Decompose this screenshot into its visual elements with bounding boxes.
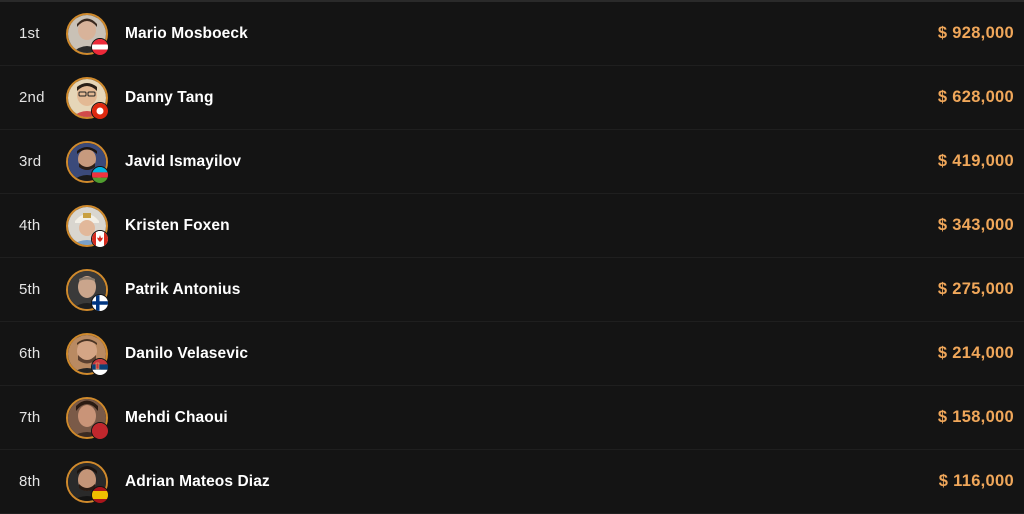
player-avatar[interactable]	[66, 332, 109, 376]
place-label: 3rd	[19, 153, 42, 170]
player-avatar[interactable]	[66, 12, 109, 56]
result-row[interactable]: 4th Kristen Foxen $ 343,000	[0, 194, 1024, 258]
player-avatar[interactable]	[66, 396, 109, 440]
azerbaijan-flag-icon	[91, 165, 109, 184]
finland-flag-icon	[91, 293, 109, 312]
austria-flag-icon	[91, 37, 109, 56]
result-row[interactable]: 8th Adrian Mateos Diaz $ 116,000	[0, 450, 1024, 514]
prize-amount: $ 158,000	[937, 408, 1014, 426]
result-row[interactable]: 3rd Javid Ismayilov $ 419,000	[0, 130, 1024, 194]
prize-amount: $ 343,000	[937, 216, 1014, 234]
player-name[interactable]: Mario Mosboeck	[125, 25, 248, 43]
result-row[interactable]: 7th Mehdi Chaoui $ 158,000	[0, 386, 1024, 450]
result-row[interactable]: 2nd Danny Tang $ 628,000	[0, 66, 1024, 130]
prize-amount: $ 275,000	[937, 280, 1014, 298]
player-name[interactable]: Danny Tang	[125, 89, 214, 107]
player-name[interactable]: Adrian Mateos Diaz	[125, 473, 270, 491]
prize-amount: $ 214,000	[937, 344, 1014, 362]
player-name[interactable]: Javid Ismayilov	[125, 153, 241, 171]
player-avatar[interactable]	[66, 460, 109, 504]
result-row[interactable]: 6th Danilo Velasevic $ 214,000	[0, 322, 1024, 386]
place-label: 6th	[19, 345, 41, 362]
player-avatar[interactable]	[66, 268, 109, 312]
player-avatar[interactable]	[66, 140, 109, 184]
player-avatar[interactable]	[66, 204, 109, 248]
player-avatar[interactable]	[66, 76, 109, 120]
player-name[interactable]: Mehdi Chaoui	[125, 409, 228, 427]
spain-flag-icon	[91, 485, 109, 504]
canada-flag-icon	[91, 229, 109, 248]
result-row[interactable]: 1st Mario Mosboeck $ 928,000	[0, 0, 1024, 66]
place-label: 2nd	[19, 89, 45, 106]
serbia-flag-icon	[91, 357, 109, 376]
prize-amount: $ 419,000	[937, 152, 1014, 170]
place-label: 4th	[19, 217, 41, 234]
place-label: 8th	[19, 473, 41, 490]
place-label: 1st	[19, 25, 40, 42]
morocco-flag-icon	[91, 421, 109, 440]
result-row[interactable]: 5th Patrik Antonius $ 275,000	[0, 258, 1024, 322]
place-label: 7th	[19, 409, 41, 426]
hong-kong-flag-icon	[91, 101, 109, 120]
prize-amount: $ 928,000	[937, 24, 1014, 42]
prize-amount: $ 628,000	[937, 88, 1014, 106]
payout-results-list: 1st Mario Mosboeck $ 928,000 2nd Danny T…	[0, 0, 1024, 514]
player-name[interactable]: Patrik Antonius	[125, 281, 240, 299]
player-name[interactable]: Kristen Foxen	[125, 217, 230, 235]
place-label: 5th	[19, 281, 41, 298]
prize-amount: $ 116,000	[938, 472, 1014, 490]
player-name[interactable]: Danilo Velasevic	[125, 345, 248, 363]
